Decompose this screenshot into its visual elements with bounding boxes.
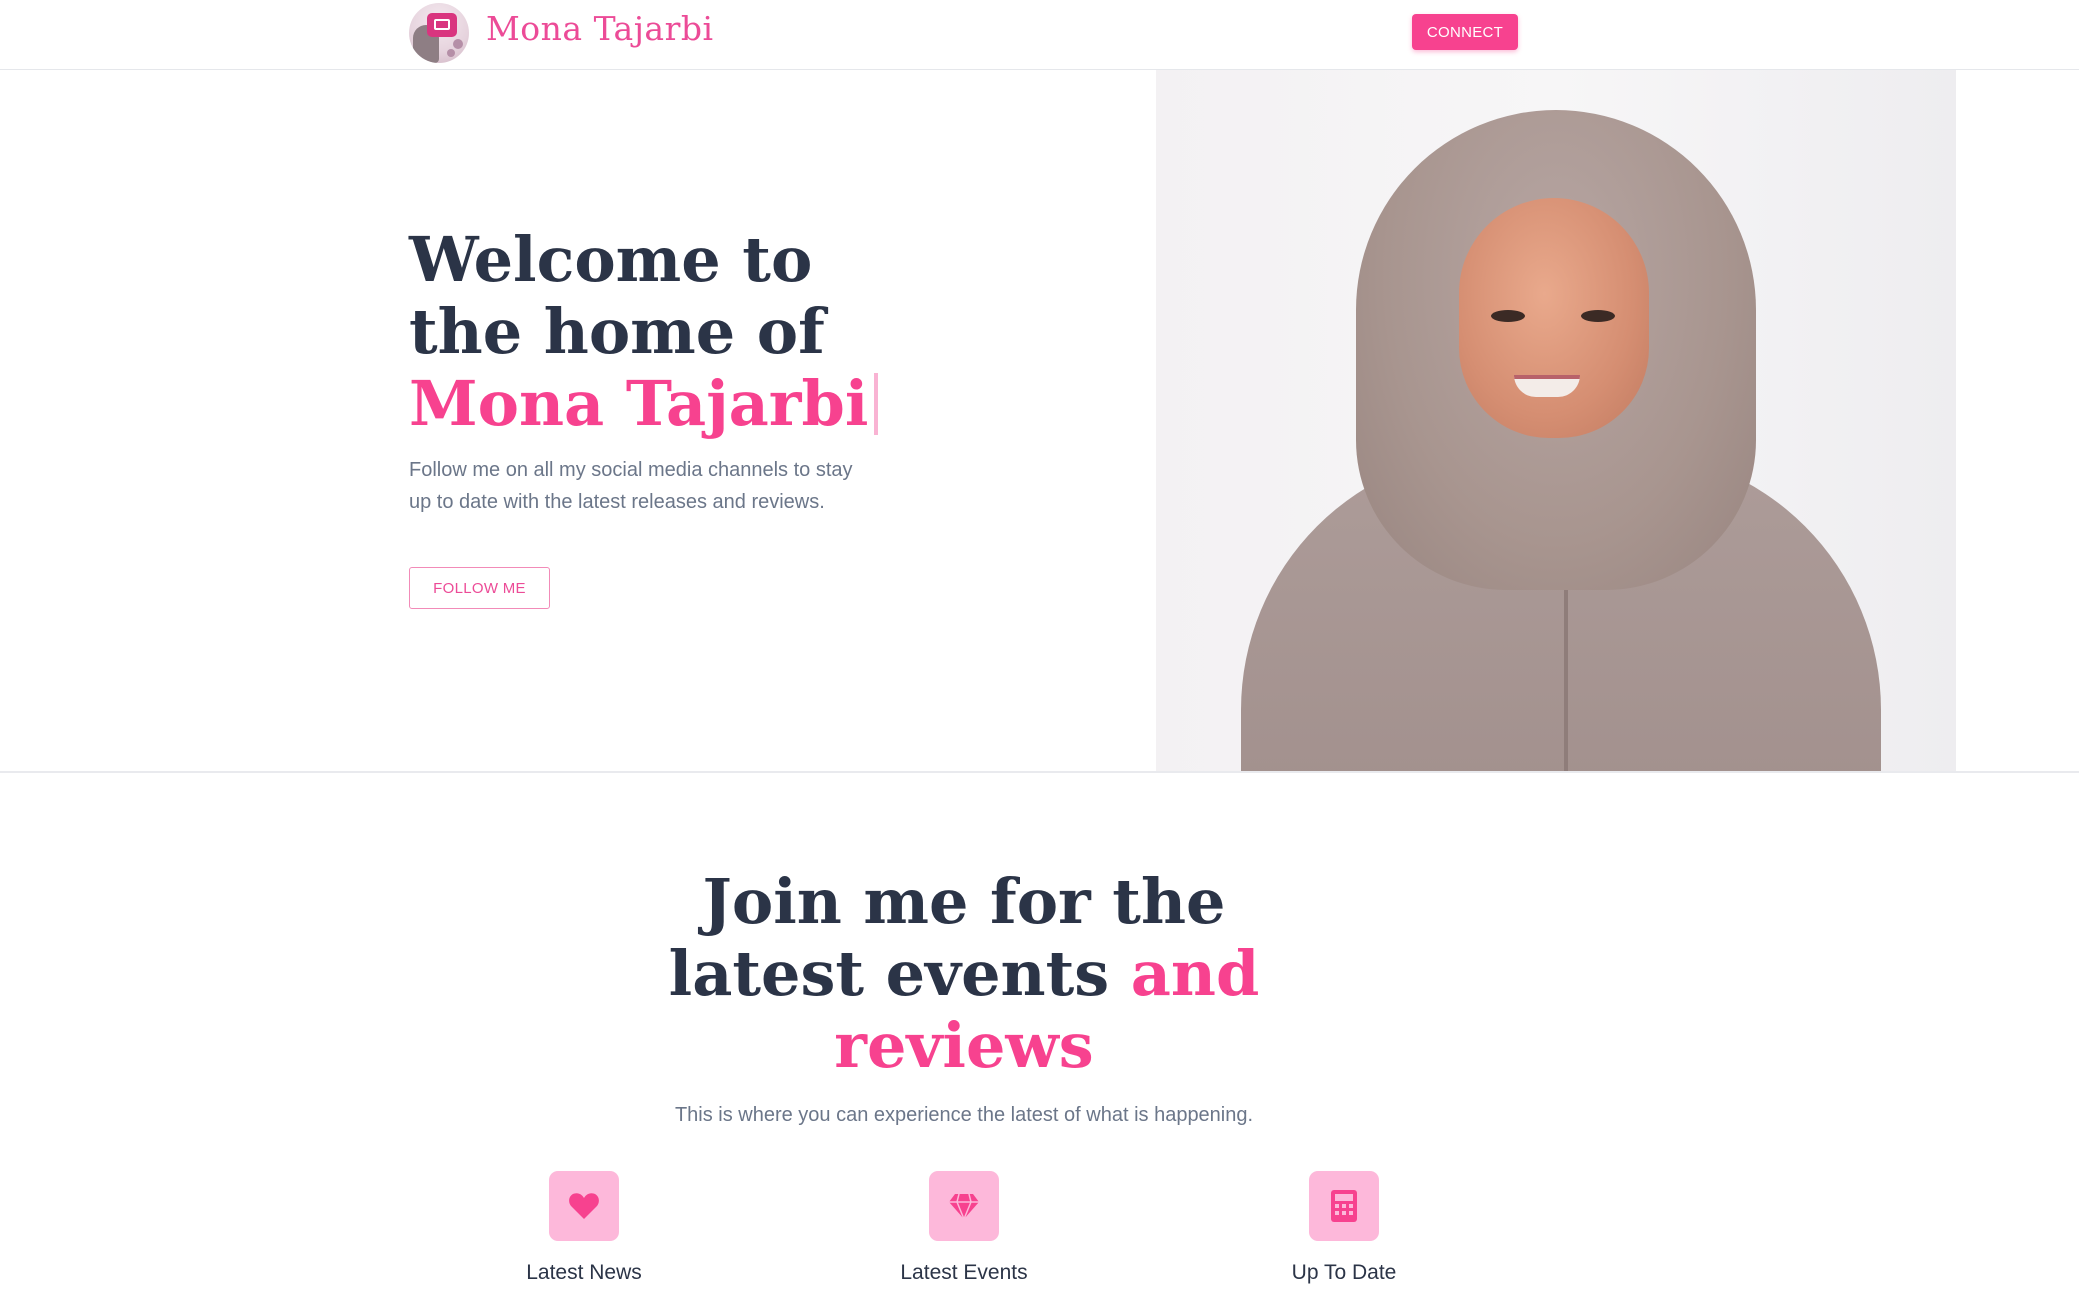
calculator-icon bbox=[1331, 1190, 1357, 1222]
feature-latest-events[interactable]: Latest Events bbox=[834, 1171, 1094, 1285]
hero-title-line2: the home of bbox=[409, 295, 825, 368]
events-title-line2: latest events bbox=[668, 937, 1131, 1010]
feature-label: Latest Events bbox=[900, 1261, 1028, 1284]
top-nav: Mona Tajarbi CONNECT bbox=[0, 0, 2079, 70]
heart-icon bbox=[569, 1193, 599, 1219]
events-title-highlight-and: and bbox=[1130, 937, 1260, 1010]
portrait-eye bbox=[1581, 310, 1615, 322]
events-subtitle: This is where you can experience the lat… bbox=[674, 1104, 1254, 1126]
logo-badge-icon bbox=[427, 13, 457, 37]
feature-icon-box bbox=[929, 1171, 999, 1241]
follow-me-button[interactable]: FOLLOW ME bbox=[409, 567, 550, 609]
logo-avatar[interactable] bbox=[409, 3, 469, 63]
hero-portrait-photo bbox=[1156, 70, 1956, 771]
logo-flower bbox=[453, 39, 463, 49]
events-title-line1: Join me for the bbox=[702, 865, 1226, 938]
portrait-eye bbox=[1491, 310, 1525, 322]
feature-icon-box bbox=[1309, 1171, 1379, 1241]
feature-up-to-date[interactable]: Up To Date bbox=[1214, 1171, 1474, 1285]
hero-title-highlight: Mona Tajarbi bbox=[409, 367, 869, 440]
diamond-icon bbox=[949, 1193, 979, 1220]
hero-section: Welcome to the home of Mona Tajarbi Foll… bbox=[0, 70, 2079, 773]
brand-name[interactable]: Mona Tajarbi bbox=[486, 9, 714, 48]
typing-cursor bbox=[874, 373, 879, 435]
feature-latest-news[interactable]: Latest News bbox=[454, 1171, 714, 1285]
portrait-face bbox=[1459, 198, 1649, 438]
hero-title: Welcome to the home of Mona Tajarbi bbox=[409, 224, 969, 440]
events-title-highlight-reviews: reviews bbox=[834, 1009, 1094, 1082]
feature-icon-box bbox=[549, 1171, 619, 1241]
portrait-abaya-seam bbox=[1564, 590, 1568, 771]
feature-label: Latest News bbox=[526, 1261, 642, 1284]
hero-title-line1: Welcome to bbox=[409, 223, 813, 296]
events-title: Join me for the latest events and review… bbox=[640, 866, 1288, 1082]
logo-flower bbox=[447, 49, 455, 57]
hero-subtitle: Follow me on all my social media channel… bbox=[409, 459, 853, 513]
connect-button[interactable]: CONNECT bbox=[1412, 14, 1518, 50]
feature-label: Up To Date bbox=[1291, 1261, 1397, 1284]
